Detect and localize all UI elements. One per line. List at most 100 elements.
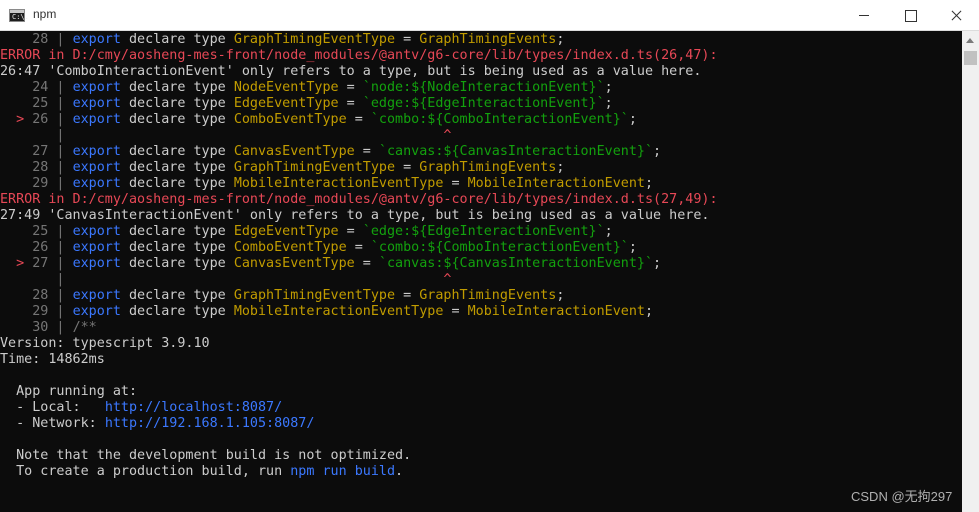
window-title: npm xyxy=(33,7,57,21)
terminal-text-segment: = xyxy=(338,96,363,111)
terminal-text-segment: declare type xyxy=(120,32,234,47)
terminal-text-segment: http://192.168.1.105:8087/ xyxy=(104,416,315,431)
vertical-scrollbar[interactable] xyxy=(962,31,979,512)
terminal-line: > 27 | export declare type CanvasEventTy… xyxy=(0,256,962,272)
terminal-text-segment: GraphTimingEventType xyxy=(233,288,396,303)
terminal-text-segment: 29 | xyxy=(0,176,73,191)
terminal-text-segment: = xyxy=(395,32,420,47)
terminal-text-segment: export xyxy=(72,288,121,303)
terminal-text-segment: 27 | xyxy=(0,144,73,159)
terminal-text-segment: MobileInteractionEvent xyxy=(467,176,645,191)
terminal-text-segment: 29 | xyxy=(0,304,73,319)
terminal-line: - Network: http://192.168.1.105:8087/ xyxy=(0,416,962,432)
terminal-line: 29 | export declare type MobileInteracti… xyxy=(0,176,962,192)
terminal-text-segment: GraphTimingEvents xyxy=(419,160,557,175)
terminal-text-segment: 26 | xyxy=(32,112,73,127)
terminal-text-segment: ; xyxy=(644,304,654,319)
terminal-text-segment: NodeEventType xyxy=(233,80,339,95)
terminal-text-segment: = xyxy=(338,80,363,95)
terminal-text-segment: export xyxy=(72,256,121,271)
terminal-text-segment: = xyxy=(443,176,468,191)
terminal-text-segment: 26 | xyxy=(0,240,73,255)
terminal-text-segment: npm run build xyxy=(290,464,396,479)
terminal-text-segment: ; xyxy=(556,32,565,47)
terminal-text-segment: `edge:${EdgeInteractionEvent}` xyxy=(362,224,605,239)
terminal-text-segment: 28 | xyxy=(0,288,73,303)
terminal-line: - Local: http://localhost:8087/ xyxy=(0,400,962,416)
terminal-text-segment: export xyxy=(72,144,121,159)
terminal-line: | ^ xyxy=(0,272,962,288)
terminal-text-segment: declare type xyxy=(120,112,234,127)
scroll-thumb[interactable] xyxy=(964,51,977,65)
terminal-line: 26:47 'ComboInteractionEvent' only refer… xyxy=(0,64,962,80)
terminal-text-segment: export xyxy=(72,304,121,319)
terminal-text-segment: export xyxy=(72,176,121,191)
terminal-line: 27 | export declare type CanvasEventType… xyxy=(0,144,962,160)
terminal-text-segment: = xyxy=(338,224,363,239)
terminal-line: 28 | export declare type GraphTimingEven… xyxy=(0,288,962,304)
terminal-line: 26 | export declare type ComboEventType … xyxy=(0,240,962,256)
terminal-text-segment: EdgeEventType xyxy=(233,224,339,239)
terminal-text-segment: declare type xyxy=(120,160,234,175)
terminal-text-segment: export xyxy=(72,32,121,47)
terminal-text-segment: - Network: xyxy=(0,416,105,431)
terminal-text-segment: MobileInteractionEventType xyxy=(233,304,444,319)
terminal-text-segment: ; xyxy=(604,96,613,111)
terminal-text-segment: 25 | xyxy=(0,224,73,239)
terminal-text-segment: declare type xyxy=(120,96,234,111)
terminal-text-segment: ; xyxy=(644,176,654,191)
terminal-line: > 26 | export declare type ComboEventTyp… xyxy=(0,112,962,128)
terminal-text-segment: http://localhost:8087/ xyxy=(104,400,283,415)
title-bar[interactable]: C:\. npm xyxy=(0,0,979,31)
terminal-text-segment: declare type xyxy=(120,176,234,191)
terminal-text-segment: export xyxy=(72,96,121,111)
terminal-line: 24 | export declare type NodeEventType =… xyxy=(0,80,962,96)
terminal-text-segment: = xyxy=(346,240,371,255)
terminal-output[interactable]: 28 | export declare type GraphTimingEven… xyxy=(0,31,962,512)
close-icon[interactable] xyxy=(933,0,979,31)
terminal-line: 28 | export declare type GraphTimingEven… xyxy=(0,32,962,48)
terminal-text-segment: > xyxy=(0,112,33,127)
terminal-text-segment: GraphTimingEvents xyxy=(419,32,557,47)
terminal-line: 30 | /** xyxy=(0,320,962,336)
terminal-text-segment: ERROR in D:/cmy/aosheng-mes-front/node_m… xyxy=(0,192,718,207)
terminal-text-segment: `combo:${ComboInteractionEvent}` xyxy=(370,240,629,255)
terminal-text-segment: ComboEventType xyxy=(233,240,347,255)
terminal-text-segment: declare type xyxy=(120,224,234,239)
terminal-text-segment: `node:${NodeInteractionEvent}` xyxy=(362,80,605,95)
terminal-text-segment: - Local: xyxy=(0,400,105,415)
cmd-icon: C:\. xyxy=(9,9,29,22)
terminal-text-segment: ; xyxy=(653,256,662,271)
terminal-text-segment: declare type xyxy=(120,144,234,159)
terminal-line: 25 | export declare type EdgeEventType =… xyxy=(0,96,962,112)
terminal-line: | ^ xyxy=(0,128,962,144)
terminal-line: Note that the development build is not o… xyxy=(0,448,962,464)
maximize-icon[interactable] xyxy=(887,0,933,31)
terminal-text-segment: = xyxy=(443,304,468,319)
terminal-text-segment: ; xyxy=(653,144,662,159)
cmd-icon-text: C:\. xyxy=(12,13,29,21)
terminal-line: App running at: xyxy=(0,384,962,400)
watermark: CSDN @无拘297 xyxy=(851,489,953,504)
terminal-line: ERROR in D:/cmy/aosheng-mes-front/node_m… xyxy=(0,192,962,208)
terminal-text-segment: = xyxy=(395,288,420,303)
terminal-line: To create a production build, run npm ru… xyxy=(0,464,962,480)
minimize-icon[interactable] xyxy=(841,0,887,31)
terminal-text-segment: MobileInteractionEvent xyxy=(467,304,645,319)
terminal-text-segment: 25 | xyxy=(0,96,73,111)
terminal-text-segment: = xyxy=(346,112,371,127)
terminal-line: 27:49 'CanvasInteractionEvent' only refe… xyxy=(0,208,962,224)
terminal-text-segment: To create a production build, run xyxy=(0,464,291,479)
terminal-text-segment: > xyxy=(0,256,33,271)
terminal-text-segment: export xyxy=(72,160,121,175)
terminal-text-segment: export xyxy=(72,224,121,239)
terminal-text-segment: = xyxy=(354,256,379,271)
terminal-text-segment: export xyxy=(72,240,121,255)
terminal-text-segment: ; xyxy=(628,240,637,255)
terminal-line: 29 | export declare type MobileInteracti… xyxy=(0,304,962,320)
terminal-text-segment: Note that the development build is not o… xyxy=(0,448,412,463)
scroll-up-arrow-icon[interactable] xyxy=(966,38,974,43)
terminal-line: ERROR in D:/cmy/aosheng-mes-front/node_m… xyxy=(0,48,962,64)
terminal-text-segment: ; xyxy=(556,288,565,303)
